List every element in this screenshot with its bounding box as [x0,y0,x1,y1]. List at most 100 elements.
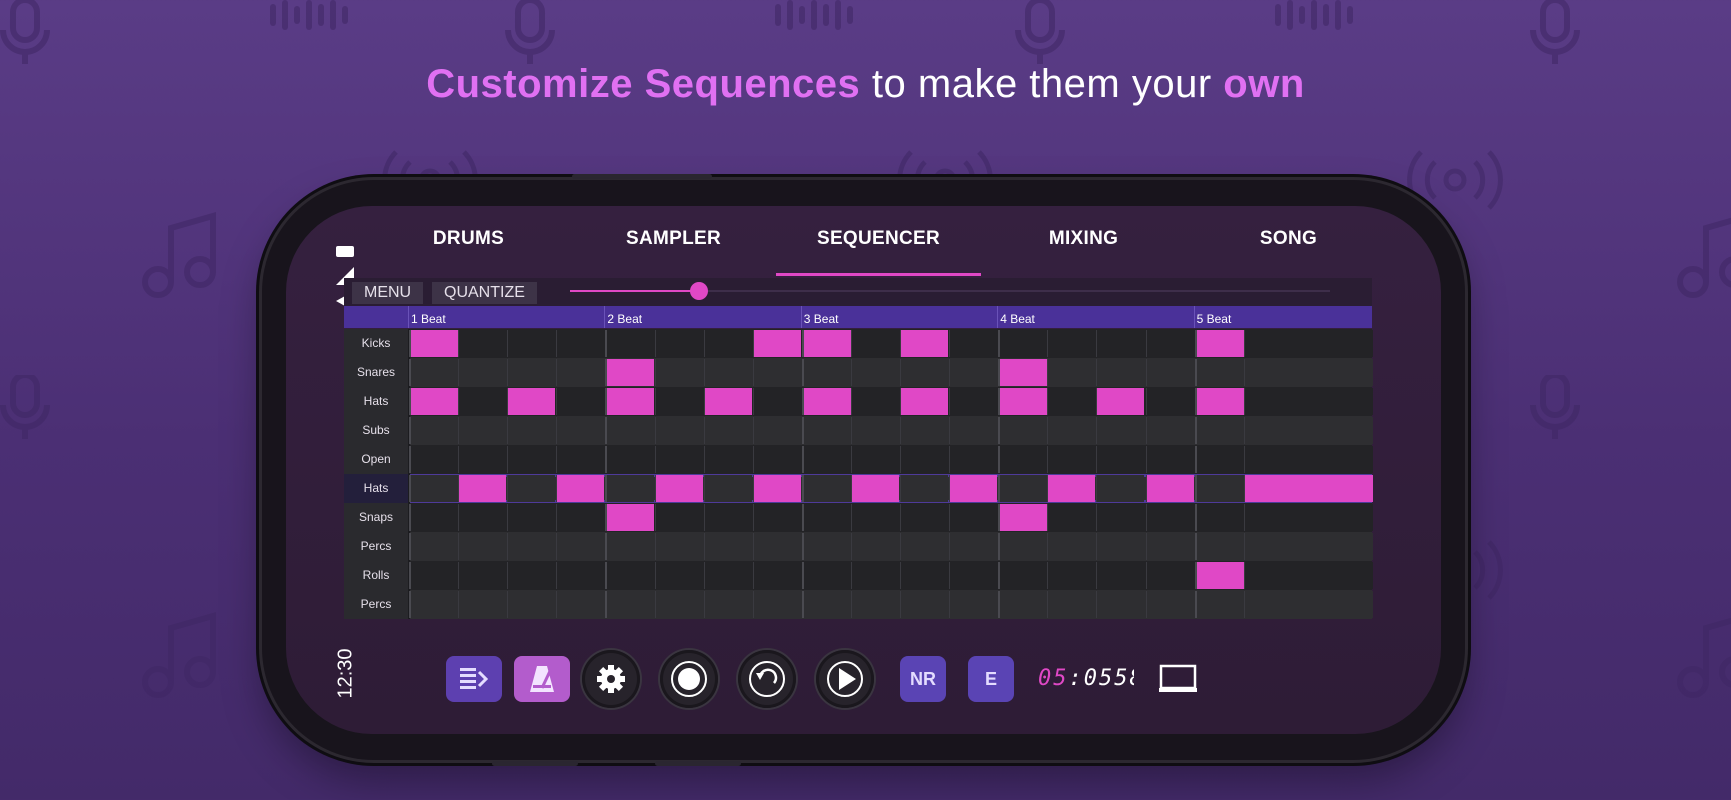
track-row[interactable]: Percs [344,590,1373,619]
step-cell[interactable] [1145,388,1194,415]
track-row[interactable]: Hats [344,387,1373,416]
step-cell[interactable] [1096,504,1145,531]
step-cell[interactable] [801,359,851,386]
step-cell-active[interactable] [1145,475,1194,502]
step-cell-active[interactable] [409,330,459,357]
step-cell[interactable] [409,504,459,531]
step-cell[interactable] [1145,359,1194,386]
menu-button[interactable]: MENU [352,282,424,304]
track-label[interactable]: Snaps [344,503,410,532]
step-cell[interactable] [703,562,752,589]
step-cell[interactable] [1243,533,1373,560]
step-cell-active[interactable] [900,330,949,357]
step-cell-active[interactable] [1194,562,1244,589]
quantize-slider-handle[interactable] [690,282,709,300]
step-cell[interactable] [507,417,556,444]
step-cell[interactable] [998,446,1048,473]
step-cell[interactable] [1047,504,1096,531]
step-cell-active[interactable] [654,475,703,502]
step-cell-active[interactable] [752,330,801,357]
step-cell[interactable] [850,446,899,473]
step-cell[interactable] [1194,504,1244,531]
step-cell[interactable] [703,359,752,386]
step-cell-active[interactable] [998,359,1048,386]
step-cell[interactable] [507,533,556,560]
step-cell[interactable] [458,562,507,589]
step-cell[interactable] [1194,446,1244,473]
step-cell[interactable] [752,504,801,531]
step-cell[interactable] [949,388,998,415]
step-cell[interactable] [801,417,851,444]
metronome-button[interactable] [514,656,570,702]
step-cell[interactable] [703,504,752,531]
play-button[interactable] [816,650,874,708]
step-cell[interactable] [801,562,851,589]
step-cell[interactable] [900,475,949,502]
track-label[interactable]: Percs [344,590,410,619]
track-row[interactable]: Open [344,445,1373,474]
settings-button[interactable] [582,650,640,708]
step-cell[interactable] [654,417,703,444]
step-cell[interactable] [458,330,507,357]
step-cell[interactable] [949,504,998,531]
step-cell[interactable] [703,417,752,444]
tab-mixing[interactable]: MIXING [981,206,1186,276]
step-cell[interactable] [900,417,949,444]
step-cell[interactable] [752,533,801,560]
step-cell-active[interactable] [752,475,801,502]
step-cell[interactable] [703,591,752,618]
step-cell[interactable] [605,533,655,560]
track-row[interactable]: Snaps [344,503,1373,532]
step-cell-active[interactable] [605,359,655,386]
step-cell[interactable] [1047,417,1096,444]
step-cell-active[interactable] [1096,388,1145,415]
step-cell[interactable] [605,417,655,444]
step-cell-active[interactable] [801,330,851,357]
step-cell[interactable] [850,562,899,589]
step-cell[interactable] [1194,417,1244,444]
step-cell[interactable] [1243,417,1373,444]
step-cell-active[interactable] [801,388,851,415]
step-cell[interactable] [998,330,1048,357]
step-cell[interactable] [900,591,949,618]
step-cell[interactable] [752,359,801,386]
tab-drums[interactable]: DRUMS [366,206,571,276]
step-cell[interactable] [556,359,605,386]
step-cell[interactable] [1096,330,1145,357]
step-cell[interactable] [409,475,459,502]
step-cell[interactable] [801,446,851,473]
track-row[interactable]: Hats [344,474,1373,503]
step-cell[interactable] [752,562,801,589]
step-cell[interactable] [998,475,1048,502]
step-cell[interactable] [998,562,1048,589]
undo-button[interactable] [738,650,796,708]
step-cell[interactable] [1145,504,1194,531]
step-cell[interactable] [654,504,703,531]
step-cell[interactable] [1096,562,1145,589]
nr-button[interactable]: NR [900,656,946,702]
track-row[interactable]: Subs [344,416,1373,445]
step-cell[interactable] [1096,475,1145,502]
track-label[interactable]: Hats [344,387,410,416]
track-label[interactable]: Open [344,445,410,474]
step-cell[interactable] [850,591,899,618]
step-cell-active[interactable] [458,475,507,502]
step-cell[interactable] [1243,504,1373,531]
step-cell[interactable] [949,591,998,618]
step-cell[interactable] [801,504,851,531]
step-cell[interactable] [850,359,899,386]
step-cell[interactable] [1145,417,1194,444]
step-cell[interactable] [507,591,556,618]
track-row[interactable]: Rolls [344,561,1373,590]
step-cell[interactable] [1194,475,1244,502]
step-cell[interactable] [703,446,752,473]
step-cell-active[interactable] [409,388,459,415]
track-label[interactable]: Kicks [344,329,410,358]
step-cell[interactable] [703,475,752,502]
step-cell[interactable] [654,533,703,560]
step-cell[interactable] [1047,533,1096,560]
tab-song[interactable]: SONG [1186,206,1391,276]
step-cell[interactable] [409,417,459,444]
step-cell[interactable] [1243,359,1373,386]
step-cell[interactable] [1096,446,1145,473]
